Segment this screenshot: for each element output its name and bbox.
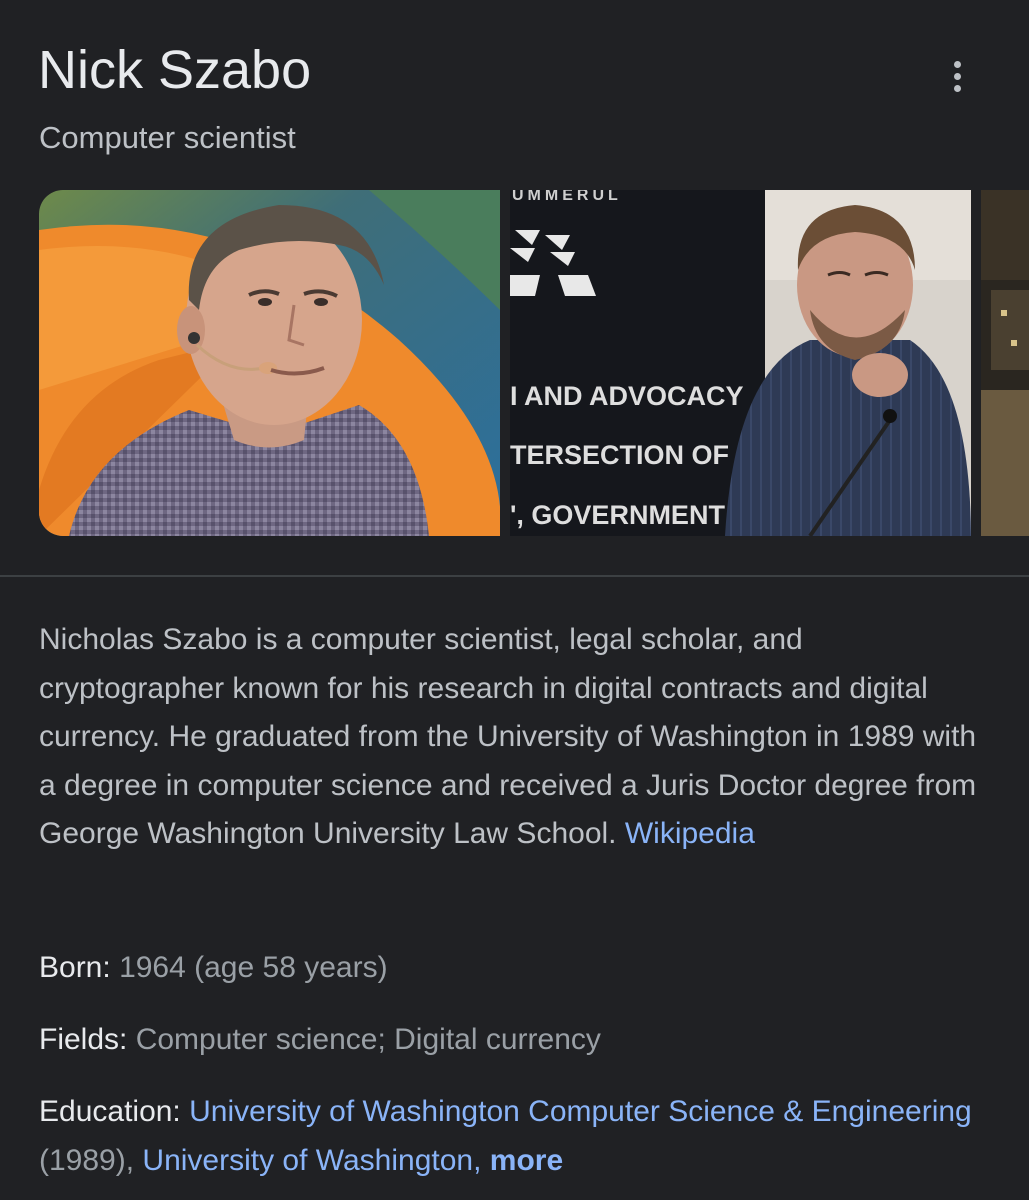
fact-born-value: 1964 (age 58 years): [119, 951, 388, 984]
fact-education-label: Education:: [39, 1095, 181, 1128]
portrait-photo-2: UMMERUL I AND ADVOCACY TERSECTION OF ', …: [510, 190, 971, 536]
gallery-image-2[interactable]: UMMERUL I AND ADVOCACY TERSECTION OF ', …: [510, 190, 971, 536]
fact-fields-value: Computer science; Digital currency: [135, 1023, 601, 1056]
more-vert-icon-dot-2: [953, 72, 961, 80]
fact-fields-label: Fields:: [39, 1023, 128, 1056]
fact-born: Born: 1964 (age 58 years): [39, 944, 989, 993]
page-subtitle: Computer scientist: [39, 120, 296, 155]
fact-born-label: Born:: [39, 951, 111, 984]
education-link-uw-cse[interactable]: University of Washington Computer Scienc…: [189, 1095, 972, 1128]
more-options-button[interactable]: [930, 52, 984, 100]
fact-education: Education: University of Washington Comp…: [39, 1088, 989, 1185]
wikipedia-link[interactable]: Wikipedia: [625, 817, 755, 850]
fact-fields: Fields: Computer science; Digital curren…: [39, 1016, 989, 1065]
sign-line-2: TERSECTION OF: [510, 440, 729, 470]
portrait-photo-1: [39, 190, 500, 536]
education-year: (1989),: [39, 1143, 135, 1177]
education-more-link[interactable]: more: [490, 1144, 563, 1177]
sign-line-3: ', GOVERNMENT: [510, 500, 725, 530]
section-divider: [0, 575, 1029, 577]
more-vert-icon-dot-3: [953, 84, 961, 92]
page-title: Nick Szabo: [38, 40, 312, 100]
sign-line-1: I AND ADVOCACY: [510, 381, 744, 411]
description-text: Nicholas Szabo is a computer scientist, …: [39, 623, 977, 850]
portrait-photo-3: [981, 190, 1029, 536]
gallery-image-1[interactable]: [39, 190, 500, 536]
svg-text:UMMERUL: UMMERUL: [512, 190, 622, 204]
gallery-image-3[interactable]: [981, 190, 1029, 536]
more-vert-icon: [953, 60, 961, 68]
description: Nicholas Szabo is a computer scientist, …: [39, 616, 989, 859]
education-link-uw[interactable]: University of Washington,: [142, 1144, 481, 1177]
image-gallery[interactable]: UMMERUL I AND ADVOCACY TERSECTION OF ', …: [39, 190, 1029, 536]
